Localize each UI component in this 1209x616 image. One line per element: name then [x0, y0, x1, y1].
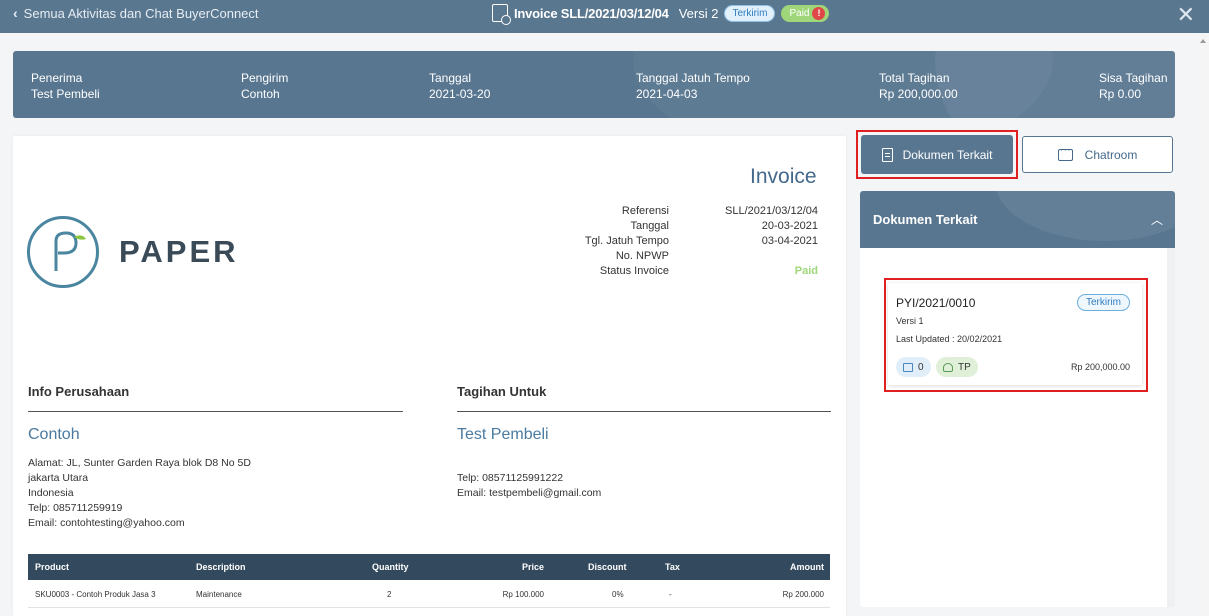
buyer-name: Test Pembeli [457, 426, 549, 443]
summary-remaining: Sisa Tagihan Rp 0.00 [1099, 71, 1168, 101]
meta-status: Paid [794, 265, 818, 277]
related-document-card[interactable]: PYI/2021/0010 Terkirim Versi 1 Last Upda… [888, 283, 1142, 385]
document-last-updated: Last Updated : 20/02/2021 [896, 334, 1003, 344]
invoice-title-group: Invoice SLL/2021/03/12/04 Versi 2 Terkir… [492, 4, 830, 25]
related-documents-panel: Dokumen Terkait ︿ [860, 191, 1175, 607]
status-badge-sent: Terkirim [724, 4, 776, 22]
scroll-up-arrow-icon[interactable] [1200, 39, 1206, 43]
back-link[interactable]: ‹ Semua Aktivitas dan Chat BuyerConnect [13, 5, 259, 21]
logo-wordmark: PAPER [119, 234, 239, 269]
alert-icon[interactable]: ! [812, 6, 826, 20]
document-icon [881, 147, 893, 162]
panel-title: Dokumen Terkait [873, 212, 978, 227]
seller-name: Contoh [28, 426, 80, 443]
cart-icon [903, 362, 913, 372]
cart-count-chip: 0 [896, 357, 931, 377]
meta-due-date: 03-04-2021 [761, 235, 818, 247]
summary-total: Total Tagihan Rp 200,000.00 [879, 71, 958, 101]
buyer-section-title: Tagihan Untuk [457, 384, 547, 399]
panel-scrollbar[interactable] [1167, 248, 1175, 607]
summary-sender: Pengirim Contoh [241, 71, 289, 101]
invoice-summary-banner: Penerima Test Pembeli Pengirim Contoh Ta… [13, 51, 1175, 118]
meta-date: 20-03-2021 [761, 220, 818, 232]
document-amount: Rp 200,000.00 [1070, 362, 1130, 372]
buyer-contact: Telp: 08571125991222 Email: testpembeli@… [457, 472, 602, 499]
seller-section-title: Info Perusahaan [28, 384, 130, 399]
related-documents-button[interactable]: Dokumen Terkait [861, 135, 1013, 174]
summary-recipient: Penerima Test Pembeli [31, 71, 100, 101]
invoice-document: Invoice PAPER Referensi Tanggal Tgl. Jat… [13, 136, 846, 616]
company-logo: PAPER [27, 216, 239, 288]
invoice-title: Invoice SLL/2021/03/12/04 [514, 5, 669, 21]
divider [28, 411, 403, 412]
table-row: SKU0003 - Contoh Produk Jasa 3 Maintenan… [28, 582, 830, 608]
chevron-up-icon[interactable]: ︿ [1151, 211, 1163, 228]
document-search-icon [492, 4, 511, 25]
page-scrollbar[interactable] [1197, 33, 1209, 616]
seller-address: Alamat: JL, Sunter Garden Raya blok D8 N… [28, 457, 251, 529]
paid-label: Paid [789, 7, 810, 19]
top-bar: ‹ Semua Aktivitas dan Chat BuyerConnect … [0, 0, 1209, 33]
status-badge: Terkirim [1077, 294, 1130, 311]
status-badge-paid: Paid ! [781, 4, 830, 22]
chevron-left-icon: ‹ [13, 5, 18, 21]
invoice-meta-labels: Referensi Tanggal Tgl. Jatuh Tempo No. N… [584, 205, 669, 277]
document-id: PYI/2021/0010 [896, 296, 976, 310]
close-icon[interactable]: ✕ [1177, 3, 1195, 27]
line-items-header: Product Description Quantity Price Disco… [28, 554, 830, 580]
user-chip: TP [936, 357, 978, 377]
summary-due-date: Tanggal Jatuh Tempo 2021-04-03 [636, 71, 750, 101]
meta-npwp [693, 249, 818, 264]
invoice-version: Versi 2 [678, 5, 719, 21]
chatroom-button[interactable]: Chatroom [1022, 136, 1173, 173]
panel-header[interactable]: Dokumen Terkait ︿ [860, 191, 1175, 248]
meta-reference: SLL/2021/03/12/04 [725, 205, 818, 217]
document-version: Versi 1 [896, 316, 924, 326]
summary-date: Tanggal 2021-03-20 [429, 71, 491, 101]
invoice-heading: Invoice [750, 165, 817, 188]
user-icon [943, 362, 953, 372]
chat-icon [1057, 144, 1073, 161]
divider [457, 411, 831, 412]
back-label: Semua Aktivitas dan Chat BuyerConnect [23, 5, 259, 21]
logo-mark-icon [27, 216, 99, 288]
invoice-meta-values: SLL/2021/03/12/04 20-03-2021 03-04-2021 … [693, 204, 818, 279]
